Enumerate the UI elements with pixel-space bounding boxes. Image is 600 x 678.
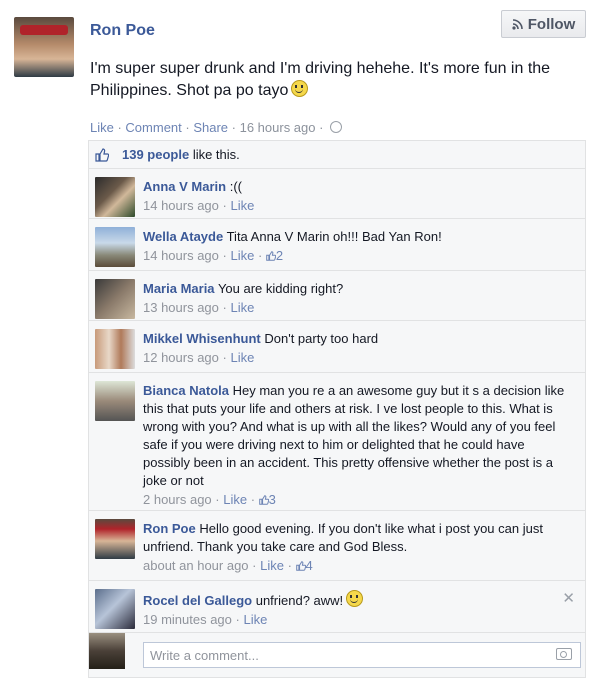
comment-like-link[interactable]: Like (260, 558, 284, 573)
comment-item: Wella Atayde Tita Anna V Marin oh!!! Bad… (89, 219, 585, 271)
comment-item: Mikkel Whisenhunt Don't party too hard 1… (89, 321, 585, 373)
comment-text: Hey man you re a an awesome guy but it s… (143, 383, 565, 488)
comment-item: Anna V Marin :(( 14 hours ago · Like (89, 169, 585, 219)
comment-item: Maria Maria You are kidding right? 13 ho… (89, 271, 585, 321)
comment-time[interactable]: about an hour ago (143, 558, 249, 573)
comment-item: Rocel del Gallego unfriend? aww! 19 minu… (89, 581, 585, 633)
comment-author[interactable]: Ron Poe (143, 521, 196, 536)
comment-like-link[interactable]: Like (230, 248, 254, 263)
comment-item: Bianca Natola Hey man you re a an awesom… (89, 373, 585, 511)
commenter-avatar[interactable] (95, 589, 135, 629)
comment-composer: Write a comment... (89, 633, 585, 677)
comment-time[interactable]: 12 hours ago (143, 350, 219, 365)
facebook-post: Ron Poe Follow I'm super super drunk and… (0, 0, 600, 678)
follow-label: Follow (527, 15, 576, 33)
comment-like-link[interactable]: Like (230, 350, 254, 365)
post-actions: Like · Comment · Share · 16 hours ago · (90, 120, 343, 135)
comment-like-count[interactable]: 2 (266, 248, 283, 263)
comment-like-link[interactable]: Like (230, 300, 254, 315)
post-text: I'm super super drunk and I'm driving he… (90, 60, 551, 99)
commenter-avatar[interactable] (95, 381, 135, 421)
comment-like-count[interactable]: 3 (258, 492, 276, 507)
write-comment-input[interactable]: Write a comment... (143, 642, 581, 668)
commenter-avatar[interactable] (95, 227, 135, 267)
like-link[interactable]: Like (90, 120, 114, 135)
comment-text: :(( (229, 179, 242, 194)
comment-time[interactable]: 14 hours ago (143, 198, 219, 213)
comment-item: Ron Poe Hello good evening. If you don't… (89, 511, 585, 581)
rss-icon (512, 19, 523, 30)
comment-text: You are kidding right? (217, 281, 344, 296)
comment-like-link[interactable]: Like (243, 612, 267, 627)
comment-link[interactable]: Comment (125, 120, 181, 135)
comment-like-link[interactable]: Like (230, 198, 254, 213)
comment-time[interactable]: 2 hours ago (143, 492, 212, 507)
comment-text: Hello good evening. If you don't like wh… (143, 521, 543, 554)
comment-time[interactable]: 14 hours ago (143, 248, 219, 263)
thumbs-up-icon (266, 251, 276, 261)
smiley-emoticon-icon (291, 80, 309, 97)
comment-author[interactable]: Bianca Natola (143, 383, 229, 398)
viewer-avatar (89, 633, 125, 669)
comment-time[interactable]: 13 hours ago (143, 300, 219, 315)
grin-emoticon-icon (346, 590, 364, 607)
author-avatar[interactable] (14, 17, 74, 77)
likes-summary: 139 people like this. (89, 141, 585, 169)
comments-section: 139 people like this. Anna V Marin :(( 1… (88, 140, 586, 678)
post-timestamp[interactable]: 16 hours ago (240, 120, 316, 135)
comment-author[interactable]: Anna V Marin (143, 179, 226, 194)
commenter-avatar[interactable] (95, 279, 135, 319)
share-link[interactable]: Share (193, 120, 228, 135)
close-icon[interactable]: ✕ (562, 589, 575, 607)
comment-time[interactable]: 19 minutes ago (143, 612, 232, 627)
comment-author[interactable]: Wella Atayde (143, 229, 223, 244)
thumbs-up-icon (258, 495, 269, 505)
thumbs-up-icon (95, 148, 109, 162)
comment-like-link[interactable]: Like (223, 492, 247, 507)
comment-author[interactable]: Mikkel Whisenhunt (143, 331, 261, 346)
comment-text: unfriend? aww! (255, 593, 344, 608)
post-author-name[interactable]: Ron Poe (90, 22, 155, 40)
comment-text: Tita Anna V Marin oh!!! Bad Yan Ron! (226, 229, 442, 244)
commenter-avatar[interactable] (95, 519, 135, 559)
comment-author[interactable]: Maria Maria (143, 281, 215, 296)
follow-button[interactable]: Follow (501, 10, 586, 38)
camera-icon[interactable] (556, 648, 572, 660)
comment-author[interactable]: Rocel del Gallego (143, 593, 252, 608)
comment-like-count[interactable]: 4 (295, 558, 313, 573)
thumbs-up-icon (295, 561, 306, 571)
public-globe-icon (330, 121, 343, 133)
comment-text: Don't party too hard (264, 331, 379, 346)
commenter-avatar[interactable] (95, 177, 135, 217)
likes-count-link[interactable]: 139 people (122, 147, 189, 162)
likes-suffix: like this. (189, 147, 240, 162)
write-comment-placeholder: Write a comment... (150, 648, 259, 663)
commenter-avatar[interactable] (95, 329, 135, 369)
